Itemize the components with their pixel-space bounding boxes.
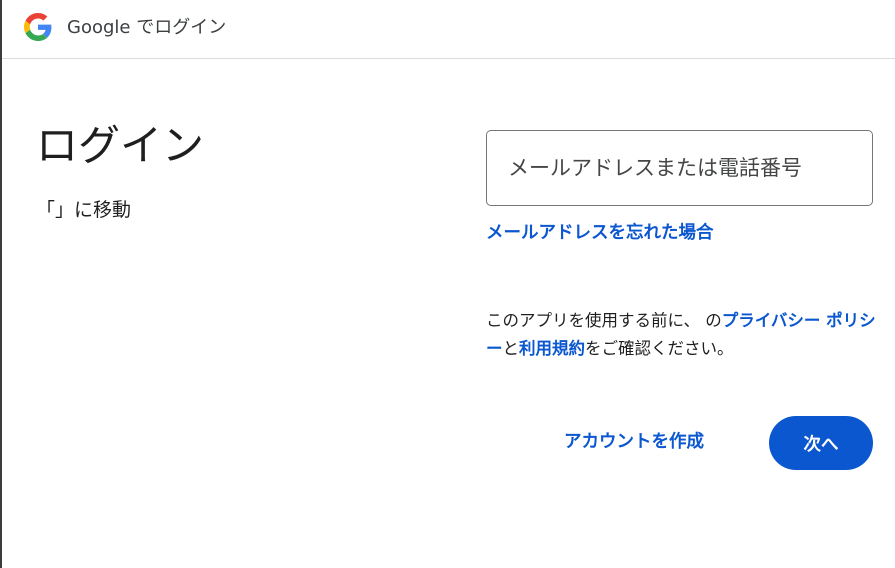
page-title: ログイン <box>36 121 205 170</box>
privacy-text-before: このアプリを使用する前に、 の <box>486 311 722 330</box>
header-bar: Google でログイン <box>2 0 895 59</box>
email-field-container[interactable] <box>486 130 873 206</box>
google-g-icon <box>24 13 52 41</box>
terms-link[interactable]: 利用規約 <box>519 339 585 358</box>
window-left-edge <box>0 0 2 568</box>
forgot-email-link[interactable]: メールアドレスを忘れた場合 <box>486 220 714 246</box>
privacy-text-after: をご確認ください。 <box>585 339 734 358</box>
email-field[interactable] <box>508 131 858 205</box>
create-account-button[interactable]: アカウントを作成 <box>564 429 704 455</box>
privacy-text-middle: と <box>502 339 520 358</box>
page-subtitle: 「」に移動 <box>36 199 132 221</box>
header-title: Google でログイン <box>67 17 227 38</box>
next-button[interactable]: 次へ <box>769 416 873 470</box>
privacy-notice: このアプリを使用する前に、 のプライバシー ポリシーと利用規約をご確認ください。 <box>486 307 881 363</box>
